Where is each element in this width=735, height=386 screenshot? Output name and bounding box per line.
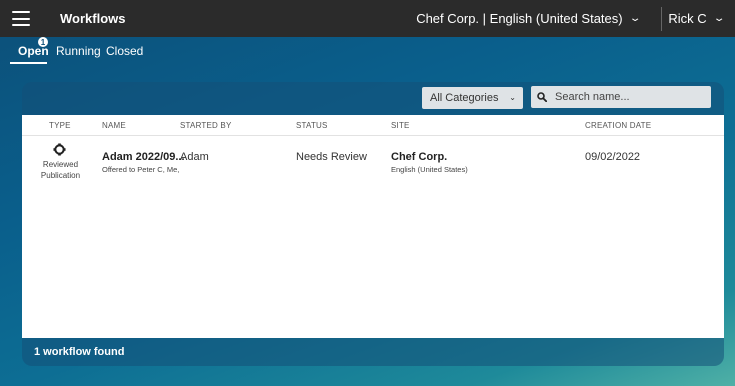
table-row[interactable]: Reviewed Publication Adam 2022/09... Off… — [22, 136, 724, 186]
tab-closed[interactable]: Closed — [106, 44, 143, 58]
category-select[interactable]: All Categories ⌄ — [422, 87, 523, 109]
user-menu[interactable]: Rick C ⌄ — [668, 11, 726, 26]
workflow-panel: All Categories ⌄ TYPE NAME STARTED BY ST… — [22, 82, 724, 366]
panel-footer: 1 workflow found — [22, 338, 724, 366]
workflow-assignees: Offered to Peter C, Me, — [102, 165, 180, 174]
top-bar: Workflows Chef Corp. | English (United S… — [0, 0, 735, 37]
search-icon — [537, 92, 547, 102]
active-tab-indicator — [10, 62, 47, 64]
divider — [661, 7, 662, 31]
column-header-site[interactable]: SITE — [391, 121, 410, 130]
site-name: Chef Corp. — [391, 151, 448, 163]
column-header-started-by[interactable]: STARTED BY — [180, 121, 232, 130]
search-box — [531, 86, 711, 108]
count-badge: 1 — [38, 37, 48, 47]
app-title: Workflows — [60, 11, 126, 26]
column-header-creation-date[interactable]: CREATION DATE — [585, 121, 651, 130]
tab-running[interactable]: Running — [56, 44, 101, 58]
chevron-down-icon: ⌄ — [628, 13, 642, 24]
started-by: Adam — [180, 151, 209, 163]
column-header-name[interactable]: NAME — [102, 121, 126, 130]
creation-date: 09/02/2022 — [585, 151, 641, 163]
column-header-status[interactable]: STATUS — [296, 121, 328, 130]
hamburger-menu-icon[interactable] — [12, 11, 30, 26]
type-label: Reviewed Publication — [40, 160, 81, 180]
site-selector-label: Chef Corp. | English (United States) — [416, 11, 623, 26]
workflow-count: 1 workflow found — [34, 346, 125, 358]
column-header-type[interactable]: TYPE — [49, 121, 71, 130]
chevron-down-icon: ⌄ — [712, 13, 726, 24]
search-input[interactable] — [553, 90, 697, 104]
site-selector[interactable]: Chef Corp. | English (United States) ⌄ — [416, 11, 642, 26]
reviewed-publication-icon — [53, 143, 66, 156]
filter-bar: All Categories ⌄ — [22, 82, 724, 115]
workflow-table: TYPE NAME STARTED BY STATUS SITE CREATIO… — [22, 115, 724, 338]
category-select-value: All Categories — [430, 92, 499, 104]
user-name: Rick C — [668, 11, 707, 26]
workflow-name[interactable]: Adam 2022/09... — [102, 151, 185, 163]
status: Needs Review — [296, 151, 367, 163]
site-locale: English (United States) — [391, 165, 468, 174]
chevron-down-icon: ⌄ — [509, 93, 516, 102]
tab-bar: Open 1 Running Closed — [0, 37, 735, 65]
